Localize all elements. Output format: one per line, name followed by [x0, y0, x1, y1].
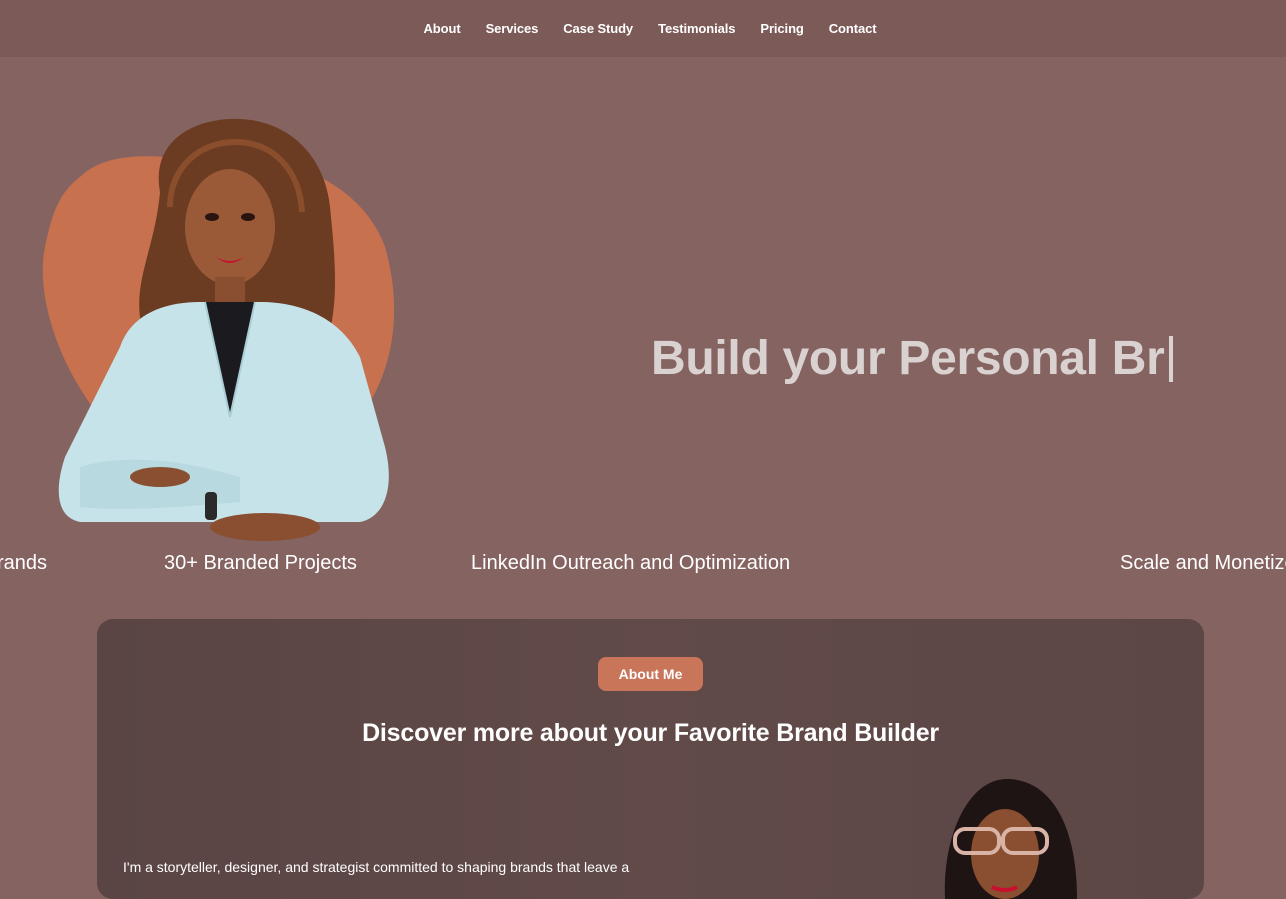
- about-title: Discover more about your Favorite Brand …: [362, 719, 939, 747]
- top-navbar: About Services Case Study Testimonials P…: [0, 0, 1286, 57]
- hero-portrait-image: [40, 117, 410, 557]
- marquee-item: 30+ Branded Projects: [164, 552, 357, 574]
- typing-cursor: [1168, 335, 1173, 382]
- nav-link-services[interactable]: Services: [486, 21, 539, 36]
- marquee-item: rands: [0, 552, 48, 574]
- nav-link-contact[interactable]: Contact: [829, 21, 877, 36]
- about-portrait-image: [937, 779, 1097, 899]
- hero-headline-text: Build your Personal Br: [651, 332, 1165, 385]
- nav-menu: About Services Case Study Testimonials P…: [411, 20, 889, 38]
- about-me-badge[interactable]: About Me: [598, 657, 703, 691]
- nav-link-testimonials[interactable]: Testimonials: [658, 21, 735, 36]
- marquee-item: LinkedIn Outreach and Optimization: [471, 552, 791, 574]
- hero-section: Build your Personal Br: [0, 57, 1286, 541]
- nav-link-pricing[interactable]: Pricing: [760, 21, 803, 36]
- marquee-item: Scale and Monetize: [1120, 552, 1286, 574]
- hero-headline: Build your Personal Br: [651, 331, 1173, 386]
- nav-link-case-study[interactable]: Case Study: [563, 21, 633, 36]
- nav-link-about[interactable]: About: [424, 21, 461, 36]
- about-section-card: About Me Discover more about your Favori…: [97, 619, 1204, 899]
- about-paragraph: I'm a storyteller, designer, and strateg…: [123, 859, 630, 875]
- services-marquee: rands 30+ Branded Projects LinkedIn Outr…: [0, 548, 1286, 582]
